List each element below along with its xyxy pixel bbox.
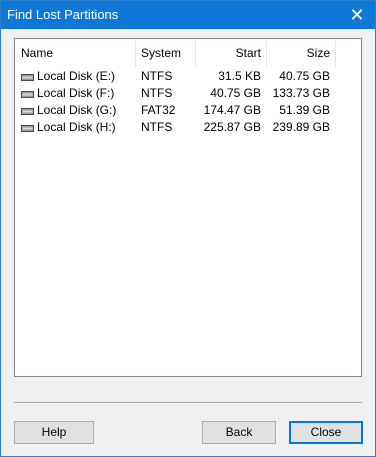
- divider-line: [14, 402, 362, 404]
- drive-icon: [21, 108, 34, 115]
- partition-name: Local Disk (F:): [37, 86, 115, 100]
- back-button[interactable]: Back: [202, 421, 276, 444]
- window-title: Find Lost Partitions: [7, 7, 119, 22]
- drive-icon: [21, 74, 34, 81]
- column-divider[interactable]: [195, 41, 196, 67]
- partition-name: Local Disk (E:): [37, 69, 116, 83]
- partition-start: 31.5 KB: [218, 69, 261, 83]
- drive-icon: [21, 125, 34, 132]
- column-header-system[interactable]: System: [141, 39, 181, 67]
- column-divider[interactable]: [335, 41, 336, 67]
- close-icon[interactable]: ✕: [345, 3, 369, 27]
- partition-start: 40.75 GB: [210, 86, 261, 100]
- partition-name: Local Disk (H:): [37, 120, 116, 134]
- close-button[interactable]: Close: [289, 421, 363, 444]
- partition-name: Local Disk (G:): [37, 103, 117, 117]
- table-row[interactable]: Local Disk (E:) NTFS 31.5 KB 40.75 GB: [15, 67, 361, 85]
- partition-size: 239.89 GB: [272, 120, 330, 134]
- partition-system: NTFS: [141, 69, 173, 83]
- table-row[interactable]: Local Disk (G:) FAT32 174.47 GB 51.39 GB: [15, 101, 361, 119]
- column-header-size[interactable]: Size: [268, 39, 330, 67]
- table-row[interactable]: Local Disk (H:) NTFS 225.87 GB 239.89 GB: [15, 118, 361, 136]
- partition-system: NTFS: [141, 120, 173, 134]
- partition-list[interactable]: Name System Start Size Local Disk (E:) N…: [14, 38, 362, 377]
- column-header-name[interactable]: Name: [21, 39, 53, 67]
- column-divider[interactable]: [266, 41, 267, 67]
- column-header-start[interactable]: Start: [197, 39, 261, 67]
- partition-system: FAT32: [141, 103, 176, 117]
- column-divider[interactable]: [135, 41, 136, 67]
- partition-start: 174.47 GB: [203, 103, 261, 117]
- partition-size: 133.73 GB: [272, 86, 330, 100]
- find-lost-partitions-dialog: Find Lost Partitions ✕ Name System Start…: [0, 0, 376, 457]
- partition-start: 225.87 GB: [203, 120, 261, 134]
- title-bar[interactable]: Find Lost Partitions ✕: [1, 1, 375, 29]
- drive-icon: [21, 91, 34, 98]
- partition-size: 40.75 GB: [279, 69, 330, 83]
- table-row[interactable]: Local Disk (F:) NTFS 40.75 GB 133.73 GB: [15, 84, 361, 102]
- partition-size: 51.39 GB: [279, 103, 330, 117]
- partition-system: NTFS: [141, 86, 173, 100]
- list-header: Name System Start Size: [15, 39, 361, 67]
- help-button[interactable]: Help: [14, 421, 94, 444]
